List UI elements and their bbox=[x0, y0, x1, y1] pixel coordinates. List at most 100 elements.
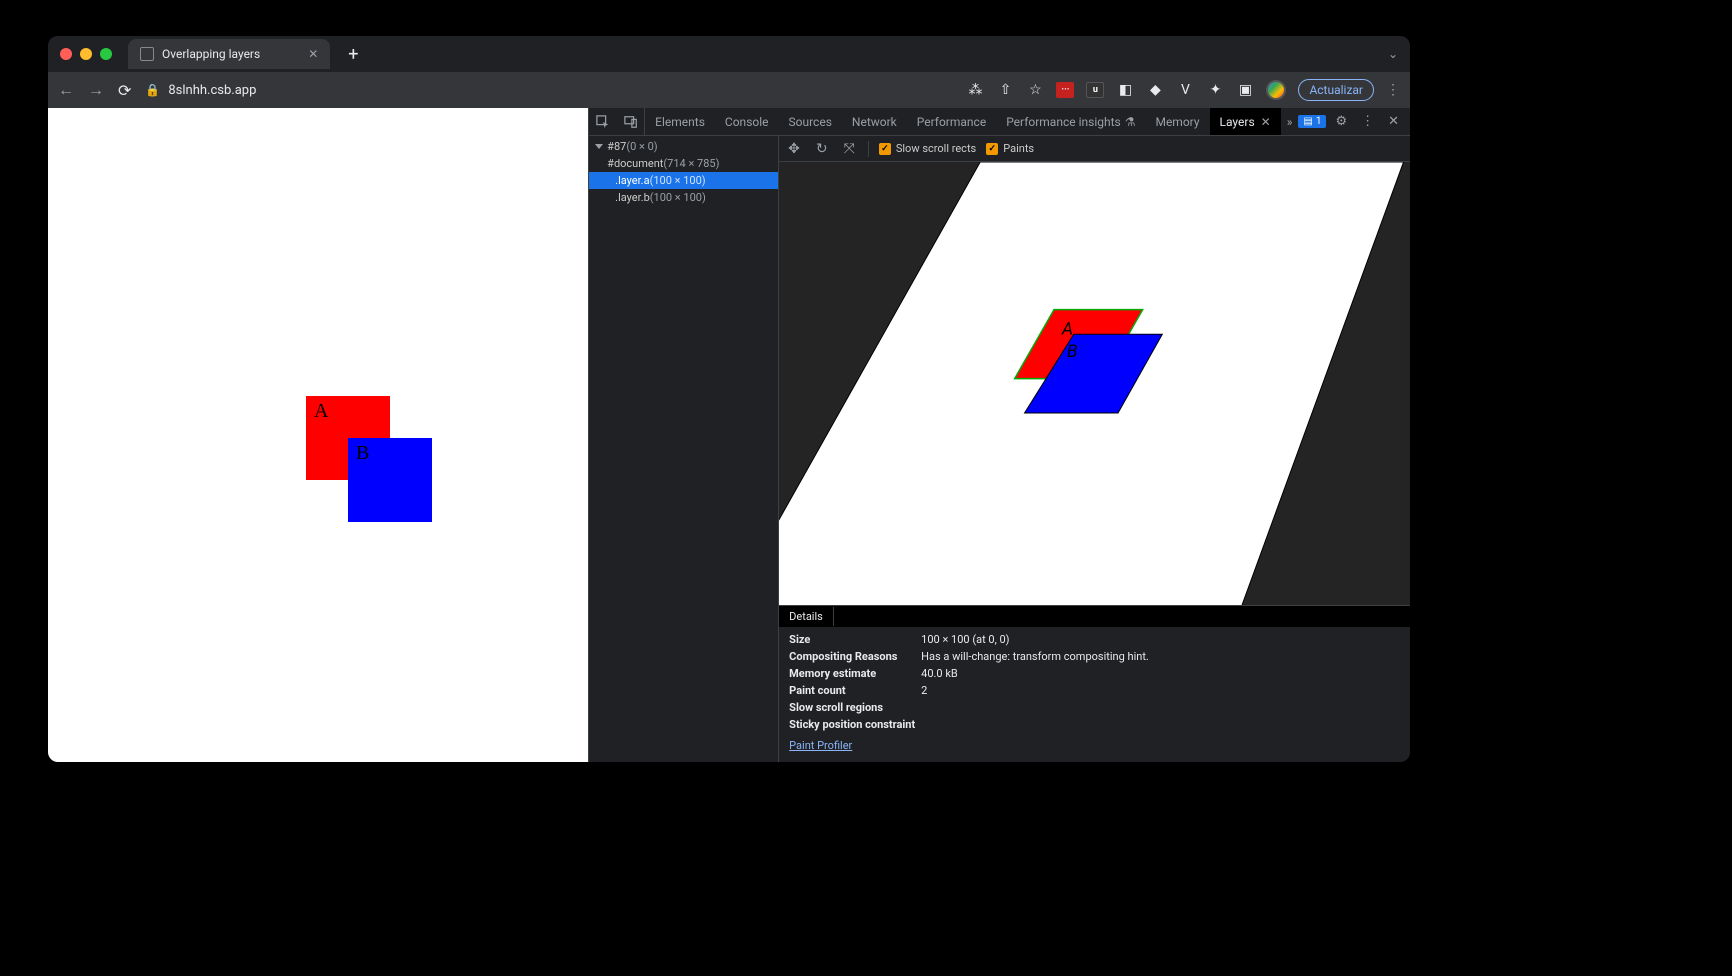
devtools-menu-icon[interactable]: ⋮ bbox=[1356, 114, 1379, 129]
close-tab-button[interactable]: ✕ bbox=[308, 47, 318, 61]
sidepanel-icon[interactable]: ▣ bbox=[1236, 81, 1254, 99]
browser-menu-button[interactable]: ⋮ bbox=[1386, 82, 1400, 98]
layers-3d-view[interactable]: A B bbox=[779, 162, 1410, 605]
forward-button[interactable]: → bbox=[88, 80, 104, 100]
devtools-close-icon[interactable]: ✕ bbox=[1383, 114, 1404, 129]
tab-layers-label: Layers bbox=[1220, 115, 1255, 129]
extension-icon-1[interactable]: ◧ bbox=[1116, 81, 1134, 99]
layer-b-box: B bbox=[348, 438, 432, 522]
window-titlebar: Overlapping layers ✕ + ⌄ bbox=[48, 36, 1410, 72]
slow-scroll-label: Slow scroll rects bbox=[896, 142, 976, 155]
tree-row-layer-b[interactable]: .layer.b(100 × 100) bbox=[589, 189, 778, 206]
extensions-menu-icon[interactable]: ✦ bbox=[1206, 81, 1224, 99]
devtools-tabbar: Elements Console Sources Network Perform… bbox=[589, 108, 1410, 136]
detail-memory-label: Memory estimate bbox=[789, 667, 921, 680]
paint-profiler-link[interactable]: Paint Profiler bbox=[789, 739, 852, 752]
tab-perf-insights-label: Performance insights bbox=[1006, 115, 1121, 129]
details-tabbar: Details bbox=[779, 605, 1410, 627]
share-icon[interactable]: ⇧ bbox=[996, 81, 1014, 99]
url-text: 8slnhh.csb.app bbox=[168, 83, 256, 98]
toolbar-separator bbox=[868, 141, 869, 157]
close-tab-layers[interactable]: ✕ bbox=[1261, 115, 1271, 129]
issues-badge[interactable]: ▤ 1 bbox=[1298, 115, 1326, 128]
minimize-window-button[interactable] bbox=[80, 48, 92, 60]
layers-tree: #87(0 × 0) #document(714 × 785) .layer.a… bbox=[589, 136, 779, 762]
toolbar-actions: ⁂ ⇧ ☆ ··· u ◧ ◆ V ✦ ▣ Actualizar ⋮ bbox=[966, 79, 1400, 101]
tree-root-dim: (0 × 0) bbox=[626, 140, 657, 153]
tab-elements[interactable]: Elements bbox=[645, 108, 715, 135]
profile-avatar[interactable] bbox=[1266, 80, 1286, 100]
tab-performance-insights[interactable]: Performance insights ⚗ bbox=[996, 108, 1145, 135]
window-controls bbox=[60, 48, 112, 60]
device-toolbar-icon[interactable] bbox=[617, 108, 645, 135]
browser-window: Overlapping layers ✕ + ⌄ ← → ⟳ 🔒 8slnhh.… bbox=[48, 36, 1410, 762]
maximize-window-button[interactable] bbox=[100, 48, 112, 60]
browser-tab[interactable]: Overlapping layers ✕ bbox=[128, 39, 330, 69]
extension-ublock-icon[interactable]: u bbox=[1086, 82, 1104, 98]
more-tabs-button[interactable]: » bbox=[1281, 115, 1299, 129]
tree-row-layer-a[interactable]: .layer.a(100 × 100) bbox=[589, 172, 778, 189]
tree-doc-name: #document bbox=[607, 157, 663, 170]
detail-paintcount-value: 2 bbox=[921, 684, 1400, 697]
detail-slowscroll-value bbox=[921, 701, 1400, 714]
close-window-button[interactable] bbox=[60, 48, 72, 60]
tree-row-root[interactable]: #87(0 × 0) bbox=[589, 138, 778, 155]
tab-memory[interactable]: Memory bbox=[1145, 108, 1209, 135]
extension-vue-icon[interactable]: V bbox=[1176, 81, 1194, 99]
lock-icon: 🔒 bbox=[145, 83, 160, 97]
tree-b-dim: (100 × 100) bbox=[650, 191, 706, 204]
tree-a-name: .layer.a bbox=[615, 174, 649, 187]
layers-viz-column: ✥ ↻ ⤧ ✓ Slow scroll rects ✓ Paints bbox=[779, 136, 1410, 762]
back-button[interactable]: ← bbox=[58, 80, 74, 100]
tab-layers[interactable]: Layers ✕ bbox=[1210, 108, 1281, 135]
bookmark-icon[interactable]: ☆ bbox=[1026, 81, 1044, 99]
browser-toolbar: ← → ⟳ 🔒 8slnhh.csb.app ⁂ ⇧ ☆ ··· u ◧ ◆ V… bbox=[48, 72, 1410, 108]
paints-label: Paints bbox=[1003, 142, 1034, 155]
issues-count: 1 bbox=[1316, 116, 1322, 127]
tree-doc-dim: (714 × 785) bbox=[663, 157, 719, 170]
address-bar[interactable]: 🔒 8slnhh.csb.app bbox=[145, 83, 952, 98]
layers-viz-toolbar: ✥ ↻ ⤧ ✓ Slow scroll rects ✓ Paints bbox=[779, 136, 1410, 162]
tab-network[interactable]: Network bbox=[842, 108, 907, 135]
new-tab-button[interactable]: + bbox=[348, 44, 358, 65]
devtools-panel: Elements Console Sources Network Perform… bbox=[588, 108, 1410, 762]
detail-sticky-value bbox=[921, 718, 1400, 731]
detail-memory-value: 40.0 kB bbox=[921, 667, 1400, 680]
tree-b-name: .layer.b bbox=[615, 191, 650, 204]
reload-button[interactable]: ⟳ bbox=[118, 81, 131, 100]
layers-3d-svg: A B bbox=[779, 162, 1410, 605]
reset-view-icon[interactable]: ⤧ bbox=[841, 141, 858, 157]
checkbox-checked-icon: ✓ bbox=[986, 143, 998, 155]
svg-text:B: B bbox=[1067, 342, 1078, 362]
svg-text:A: A bbox=[1061, 319, 1073, 339]
update-button[interactable]: Actualizar bbox=[1298, 79, 1374, 101]
devtools-settings-icon[interactable]: ⚙ bbox=[1330, 114, 1352, 129]
rendered-page: A B bbox=[48, 108, 588, 762]
tab-favicon bbox=[140, 47, 154, 61]
slow-scroll-rects-checkbox[interactable]: ✓ Slow scroll rects bbox=[879, 142, 976, 155]
paints-checkbox[interactable]: ✓ Paints bbox=[986, 142, 1034, 155]
tree-root-name: #87 bbox=[607, 140, 626, 153]
rotate-mode-icon[interactable]: ↻ bbox=[813, 141, 831, 157]
extension-lastpass-icon[interactable]: ··· bbox=[1056, 82, 1074, 98]
inspect-element-icon[interactable] bbox=[589, 108, 617, 135]
layers-panel-body: #87(0 × 0) #document(714 × 785) .layer.a… bbox=[589, 136, 1410, 762]
tree-row-document[interactable]: #document(714 × 785) bbox=[589, 155, 778, 172]
translate-icon[interactable]: ⁂ bbox=[966, 81, 984, 99]
tab-title: Overlapping layers bbox=[162, 47, 260, 61]
checkbox-checked-icon: ✓ bbox=[879, 143, 891, 155]
tab-sources[interactable]: Sources bbox=[779, 108, 842, 135]
details-tab[interactable]: Details bbox=[779, 607, 834, 626]
detail-compositing-value: Has a will-change: transform compositing… bbox=[921, 650, 1400, 663]
tab-performance[interactable]: Performance bbox=[907, 108, 996, 135]
tabs-overflow-button[interactable]: ⌄ bbox=[1388, 47, 1398, 61]
detail-sticky-label: Sticky position constraint bbox=[789, 718, 921, 731]
detail-compositing-label: Compositing Reasons bbox=[789, 650, 921, 663]
extension-icon-2[interactable]: ◆ bbox=[1146, 81, 1164, 99]
detail-paintcount-label: Paint count bbox=[789, 684, 921, 697]
tab-console[interactable]: Console bbox=[715, 108, 779, 135]
tree-a-dim: (100 × 100) bbox=[650, 174, 706, 187]
content-area: A B Elements Console Sources Network Per… bbox=[48, 108, 1410, 762]
disclosure-triangle-icon bbox=[595, 144, 603, 149]
pan-mode-icon[interactable]: ✥ bbox=[785, 141, 803, 157]
